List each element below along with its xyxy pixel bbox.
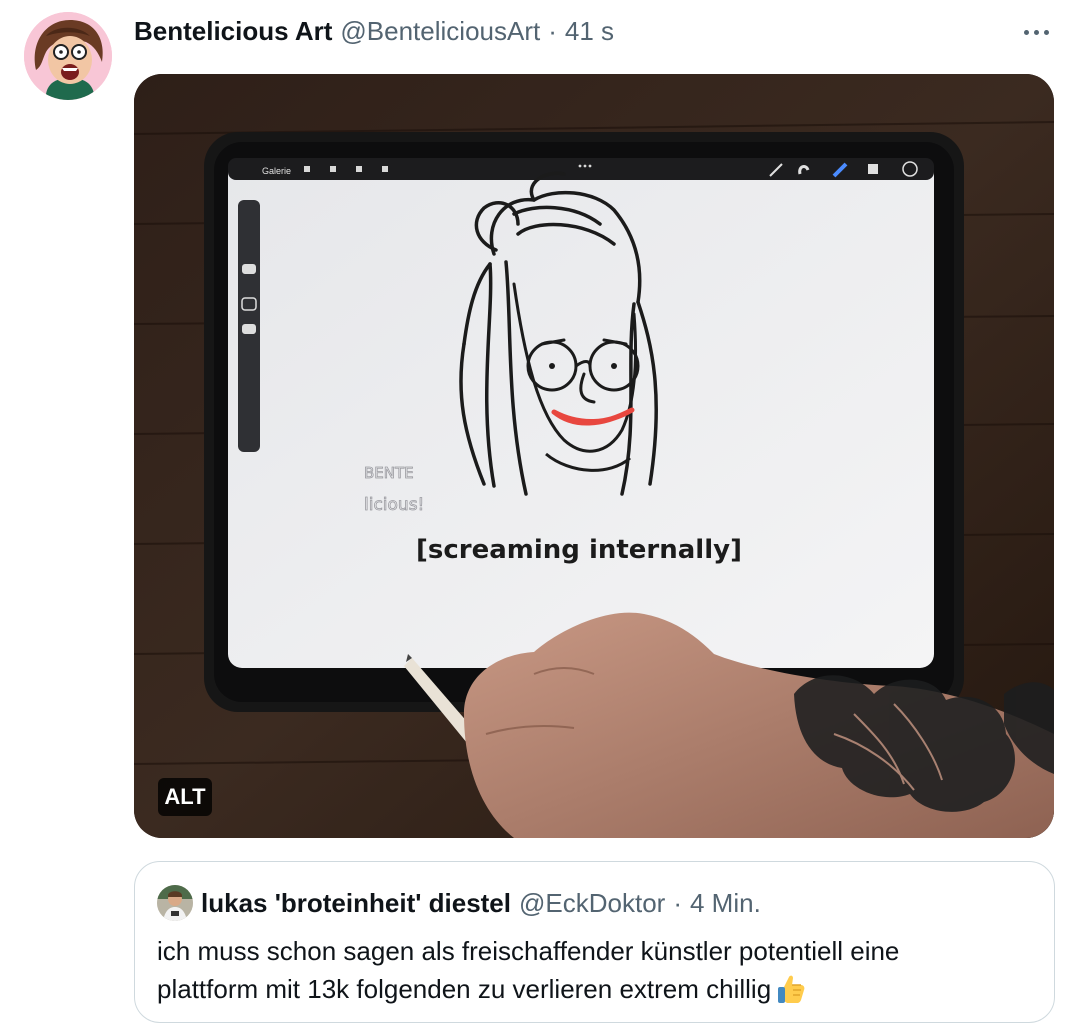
quoted-author-display-name: lukas 'broteinheit' diestel <box>201 887 511 918</box>
tweet-header: Bentelicious Art @BenteliciousArt · 41 s <box>134 14 614 48</box>
quoted-tweet-timestamp: 4 Min. <box>690 887 761 918</box>
quoted-author-handle: @EckDoktor <box>519 887 666 918</box>
more-dot <box>1043 29 1049 35</box>
tweet: Bentelicious Art @BenteliciousArt · 41 s <box>0 0 1080 1036</box>
more-horizontal-icon <box>1023 29 1029 35</box>
author-handle[interactable]: @BenteliciousArt <box>340 16 540 47</box>
thumbs-up-emoji-icon <box>778 975 805 1003</box>
app-gallery-label: Galerie <box>262 166 291 176</box>
more-dot <box>1033 29 1039 35</box>
cartoon-screaming-woman-icon <box>24 12 112 100</box>
quoted-separator-dot: · <box>673 887 682 918</box>
watermark-line-2: licious! <box>364 495 424 515</box>
photo-tablet-drawing: Galerie BENTE licious! [screaming intern… <box>134 74 1054 838</box>
author-avatar[interactable] <box>24 12 112 100</box>
quoted-tweet-text-line-2-content: plattform mit 13k folgenden zu verlieren… <box>157 974 772 1004</box>
quoted-tweet-text-line-2: plattform mit 13k folgenden zu verlieren… <box>157 970 1037 1008</box>
tweet-media-image[interactable]: Galerie BENTE licious! [screaming intern… <box>134 74 1054 838</box>
author-display-name[interactable]: Bentelicious Art <box>134 16 332 47</box>
quoted-tweet-text-line-1: ich muss schon sagen als freischaffender… <box>157 936 900 966</box>
separator-dot: · <box>548 15 557 46</box>
watermark-line-1: BENTE <box>364 464 414 482</box>
quoted-tweet-text: ich muss schon sagen als freischaffender… <box>157 932 1037 1008</box>
tweet-timestamp[interactable]: 41 s <box>565 16 614 47</box>
quoted-tweet[interactable]: lukas 'broteinheit' diestel @EckDoktor ·… <box>134 861 1055 1023</box>
more-options-button[interactable] <box>1016 20 1056 44</box>
alt-text-badge[interactable]: ALT <box>158 778 212 816</box>
person-avatar-icon <box>157 885 193 921</box>
drawing-caption: [screaming internally] <box>416 535 742 565</box>
quoted-tweet-header: lukas 'broteinheit' diestel @EckDoktor ·… <box>157 884 761 922</box>
quoted-author-avatar <box>157 885 193 921</box>
